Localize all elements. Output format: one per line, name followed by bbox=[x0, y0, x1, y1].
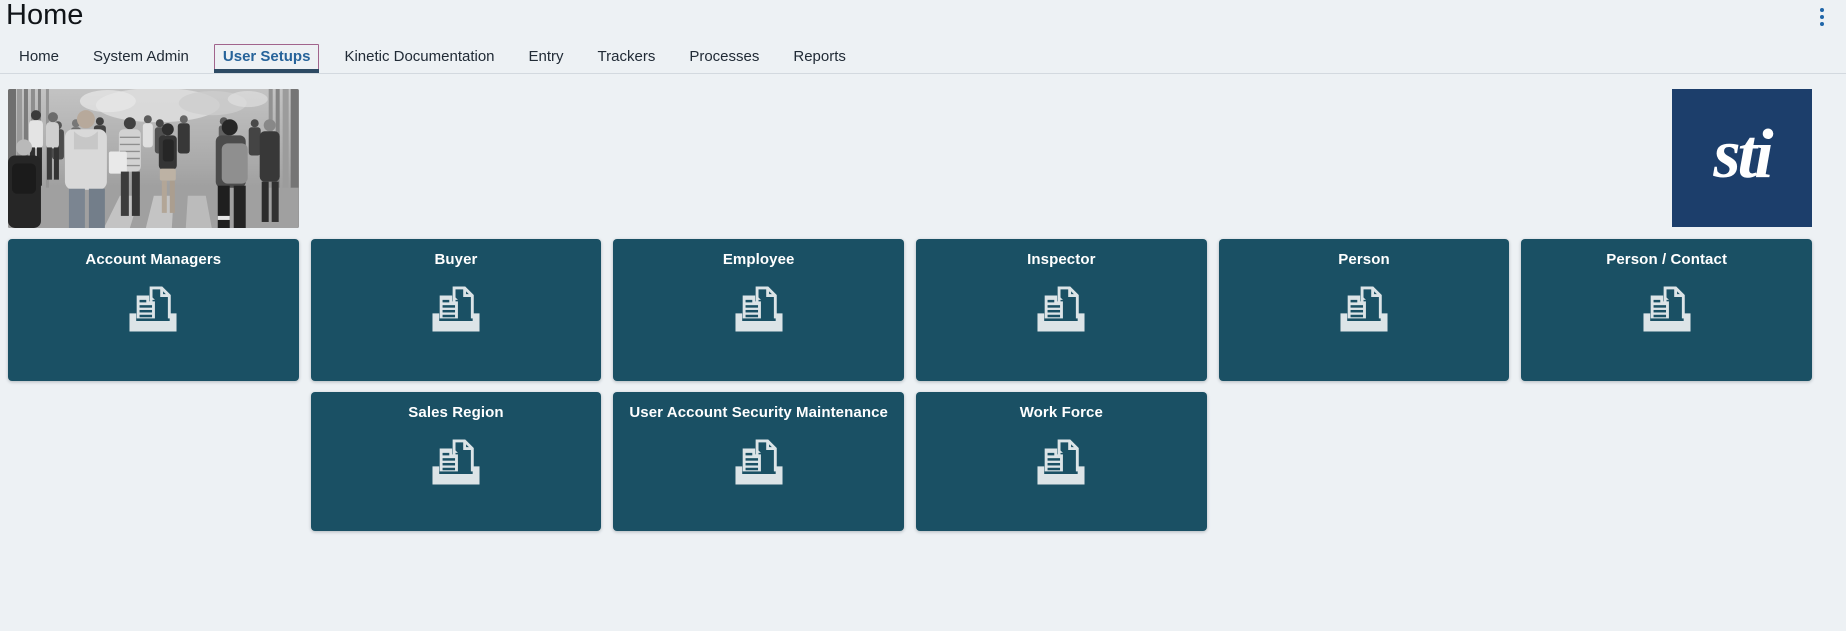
tile-buyer[interactable]: Buyer bbox=[310, 239, 602, 381]
main-menu-tabs: Home System Admin User Setups Kinetic Do… bbox=[0, 40, 1846, 74]
tile-account-managers[interactable]: Account Managers bbox=[8, 239, 299, 381]
documents-tray-icon bbox=[734, 438, 784, 486]
tab-user-setups[interactable]: User Setups bbox=[213, 40, 320, 73]
tab-label: Kinetic Documentation bbox=[344, 47, 495, 65]
tab-label: Reports bbox=[793, 47, 846, 65]
tab-kinetic-documentation[interactable]: Kinetic Documentation bbox=[335, 40, 503, 73]
documents-tray-icon bbox=[734, 285, 784, 333]
tab-processes[interactable]: Processes bbox=[680, 40, 768, 73]
tile-sales-region[interactable]: Sales Region bbox=[310, 392, 602, 531]
tile-employee[interactable]: Employee bbox=[613, 239, 904, 381]
tab-home[interactable]: Home bbox=[10, 40, 68, 73]
documents-tray-icon bbox=[1036, 285, 1086, 333]
tile-grid: sti Account Managers Buyer Employee Insp… bbox=[8, 89, 1812, 531]
tile-label: Inspector bbox=[1027, 251, 1096, 268]
tab-label: Entry bbox=[528, 47, 564, 65]
tile-label: Work Force bbox=[1019, 404, 1103, 421]
documents-tray-icon bbox=[431, 285, 481, 333]
tab-trackers[interactable]: Trackers bbox=[589, 40, 665, 73]
tab-label: System Admin bbox=[93, 47, 189, 65]
tile-label: Employee bbox=[722, 251, 795, 268]
people-walking-photo bbox=[8, 89, 299, 228]
tab-label: Processes bbox=[689, 47, 760, 65]
tile-inspector[interactable]: Inspector bbox=[915, 239, 1207, 381]
documents-tray-icon bbox=[1036, 438, 1086, 486]
tab-label: Trackers bbox=[597, 47, 656, 65]
sti-logo-text: sti bbox=[1713, 116, 1773, 193]
overflow-menu-icon[interactable] bbox=[1815, 6, 1829, 28]
tile-user-account-security-maintenance[interactable]: User Account Security Maintenance bbox=[613, 392, 904, 531]
tile-label: Person / Contact bbox=[1606, 251, 1728, 268]
logo-cell: sti bbox=[1521, 89, 1812, 228]
tile-label: User Account Security Maintenance bbox=[629, 404, 888, 421]
documents-tray-icon bbox=[1339, 285, 1389, 333]
documents-tray-icon bbox=[431, 438, 481, 486]
tab-system-admin[interactable]: System Admin bbox=[84, 40, 198, 73]
sti-logo: sti bbox=[1671, 89, 1812, 227]
page-title: Home bbox=[6, 0, 84, 31]
tile-work-force[interactable]: Work Force bbox=[915, 392, 1207, 531]
tile-label: Sales Region bbox=[408, 404, 504, 421]
people-walking-photo-art bbox=[8, 89, 299, 228]
tab-reports[interactable]: Reports bbox=[784, 40, 855, 73]
tab-entry[interactable]: Entry bbox=[520, 40, 573, 73]
tile-label: Buyer bbox=[434, 251, 478, 268]
page-header: Home bbox=[0, 0, 1846, 40]
tile-person-contact[interactable]: Person / Contact bbox=[1521, 239, 1812, 381]
documents-tray-icon bbox=[128, 285, 178, 333]
tab-label: Home bbox=[19, 47, 60, 65]
tab-label: User Setups bbox=[213, 43, 320, 70]
documents-tray-icon bbox=[1642, 285, 1692, 333]
tile-person[interactable]: Person bbox=[1218, 239, 1510, 381]
tile-label: Account Managers bbox=[85, 251, 222, 268]
tile-label: Person bbox=[1338, 251, 1390, 268]
